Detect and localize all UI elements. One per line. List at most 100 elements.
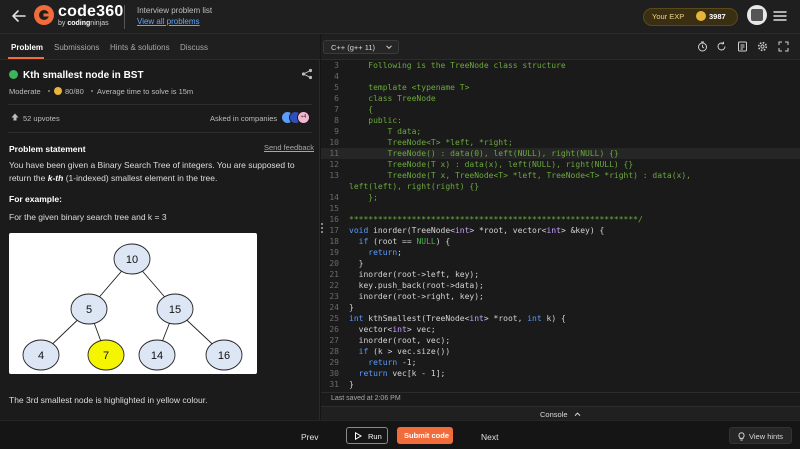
tab-discuss[interactable]: Discuss: [180, 43, 208, 52]
tree-node-label: 16: [218, 350, 230, 362]
divider: [8, 104, 312, 105]
code-line[interactable]: 26 vector<int> vec;: [321, 324, 800, 335]
code-text: ****************************************…: [349, 215, 643, 224]
code-line[interactable]: left(left), right(right) {}: [321, 181, 800, 192]
code-text: key.push_back(root->data);: [349, 281, 484, 290]
code-line[interactable]: 31}: [321, 379, 800, 390]
exp-value: 3987: [709, 12, 726, 21]
send-feedback-link[interactable]: Send feedback: [264, 143, 314, 152]
fullscreen-icon[interactable]: [778, 41, 789, 52]
code-line[interactable]: 5 template <typename T>: [321, 82, 800, 93]
view-all-problems-link[interactable]: View all problems: [137, 17, 200, 26]
tab-problem[interactable]: Problem: [11, 43, 43, 52]
code-line[interactable]: 13 TreeNode(T x, TreeNode<T> *left, Tree…: [321, 170, 800, 181]
code-text: if (k > vec.size()): [358, 347, 451, 356]
line-number: 14: [329, 193, 339, 202]
code-line[interactable]: 3 Following is the TreeNode class struct…: [321, 60, 800, 71]
example-caption: The 3rd smallest node is highlighted in …: [9, 395, 208, 405]
problem-panel: Problem Submissions Hints & solutions Di…: [0, 34, 320, 420]
code-line[interactable]: 19 return;: [321, 247, 800, 258]
code-line[interactable]: 14 };: [321, 192, 800, 203]
code-line[interactable]: 17 void inorder(TreeNode<int> *root, vect…: [321, 225, 800, 236]
code-line[interactable]: 30 return vec[k - 1];: [321, 368, 800, 379]
line-number: 21: [329, 270, 339, 279]
console-toggle[interactable]: Console: [321, 406, 800, 420]
code-line[interactable]: 28 if (k > vec.size()): [321, 346, 800, 357]
more-companies-badge[interactable]: +4: [297, 111, 310, 124]
code-text: T data;: [349, 127, 422, 136]
code-line[interactable]: 25 int kthSmallest(TreeNode<int> *root, i…: [321, 313, 800, 324]
page-kind-label: Interview problem list: [137, 6, 213, 15]
code-line[interactable]: 7 {: [321, 104, 800, 115]
gear-icon[interactable]: [757, 41, 768, 52]
line-number: 6: [334, 94, 339, 103]
line-number: 9: [334, 127, 339, 136]
code-line[interactable]: 11 TreeNode() : data(0), left(NULL), rig…: [321, 148, 800, 159]
code-line[interactable]: 27 inorder(root, vec);: [321, 335, 800, 346]
coin-icon: [696, 11, 706, 21]
code360-logo-icon[interactable]: [34, 5, 54, 25]
code-text: TreeNode<T> *left, *right;: [349, 138, 513, 147]
average-time: Average time to solve is 15m: [97, 87, 194, 96]
code-line[interactable]: 23 inorder(root->right, key);: [321, 291, 800, 302]
reset-icon[interactable]: [716, 41, 727, 52]
hamburger-menu-icon[interactable]: [773, 10, 787, 22]
tab-submissions[interactable]: Submissions: [54, 43, 99, 52]
code-line[interactable]: 15: [321, 203, 800, 214]
code-line[interactable]: 6 class TreeNode: [321, 93, 800, 104]
tree-node-label: 5: [86, 304, 92, 316]
line-number: 8: [334, 116, 339, 125]
avatar[interactable]: [747, 5, 767, 25]
line-number: 30: [329, 369, 339, 378]
code-line[interactable]: 24}: [321, 302, 800, 313]
code-editor-panel: C++ (g++ 11) 3 Following is the TreeNode…: [321, 34, 800, 420]
code-line[interactable]: 10 TreeNode<T> *left, *right;: [321, 137, 800, 148]
timer-icon[interactable]: [697, 41, 708, 52]
panel-resize-handle-icon[interactable]: [320, 222, 324, 234]
run-button[interactable]: Run: [346, 427, 388, 444]
code-line[interactable]: 29 return -1;: [321, 357, 800, 368]
chevron-down-icon[interactable]: [385, 43, 393, 51]
notes-icon[interactable]: [737, 41, 748, 52]
code-text: TreeNode() : data(0), left(NULL), right(…: [349, 149, 619, 158]
last-saved-text: Last saved at 2:06 PM: [331, 395, 401, 402]
submit-code-button[interactable]: Submit code: [397, 427, 453, 444]
last-saved-bar: Last saved at 2:06 PM: [321, 392, 800, 404]
next-button[interactable]: Next: [481, 432, 498, 442]
meta-separator: [48, 90, 50, 92]
problem-description: You have been given a Binary Search Tree…: [9, 160, 295, 183]
code-text: Following is the TreeNode class structur…: [349, 61, 566, 70]
coin-icon: [54, 87, 62, 95]
code-line[interactable]: 8 public:: [321, 115, 800, 126]
code-line[interactable]: 12 TreeNode(T x) : data(x), left(NULL), …: [321, 159, 800, 170]
line-number: 31: [329, 380, 339, 389]
line-number: 19: [329, 248, 339, 257]
brand-name[interactable]: code360: [58, 3, 123, 21]
upvote-icon[interactable]: [11, 113, 19, 121]
back-arrow-icon[interactable]: [10, 7, 28, 25]
code-line[interactable]: 20 }: [321, 258, 800, 269]
code-text: inorder(root->left, key);: [349, 270, 480, 279]
prev-button[interactable]: Prev: [301, 432, 318, 442]
code-text: inorder(root, vec);: [349, 336, 451, 345]
code-line[interactable]: 18 if (root == NULL) {: [321, 236, 800, 247]
code-line[interactable]: 22 key.push_back(root->data);: [321, 280, 800, 291]
code-line[interactable]: 21 inorder(root->left, key);: [321, 269, 800, 280]
share-icon[interactable]: [301, 68, 313, 80]
code-line[interactable]: 16 **************************************…: [321, 214, 800, 225]
line-number: 3: [334, 61, 339, 70]
meta-separator: [91, 90, 93, 92]
code-area[interactable]: 3 Following is the TreeNode class struct…: [321, 60, 800, 392]
code-text: return vec[k - 1];: [358, 369, 446, 378]
exp-label: Your EXP: [652, 12, 685, 21]
line-number: 15: [329, 204, 339, 213]
code-line[interactable]: 9 T data;: [321, 126, 800, 137]
tab-hints-solutions[interactable]: Hints & solutions: [110, 43, 170, 52]
active-tab-indicator: [8, 57, 44, 59]
code-line[interactable]: 4: [321, 71, 800, 82]
code-text: }: [349, 303, 354, 312]
code-text: {: [349, 105, 374, 114]
view-hints-button[interactable]: View hints: [729, 427, 792, 444]
line-number: 20: [329, 259, 339, 268]
divider: [8, 132, 312, 133]
